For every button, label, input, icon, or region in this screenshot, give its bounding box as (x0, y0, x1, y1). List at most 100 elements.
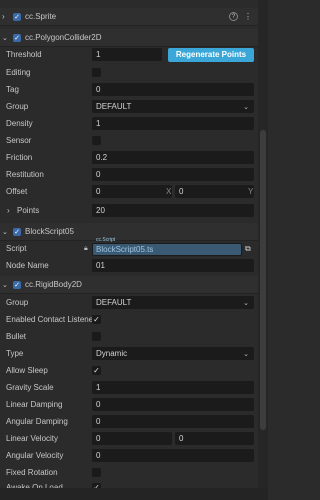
offset-y-axis-label: Y (248, 187, 254, 196)
chevron-down-icon[interactable]: ⌄ (2, 228, 8, 236)
vertical-scrollbar[interactable] (258, 0, 268, 500)
sensor-label: Sensor (6, 136, 32, 145)
editing-row: Editing (0, 64, 258, 81)
fixed-rotation-checkbox[interactable] (92, 468, 101, 477)
node-name-input[interactable]: 01 (92, 259, 254, 272)
linear-damping-row: Linear Damping 0 (0, 396, 258, 413)
linear-velocity-y-input[interactable]: 0 (175, 432, 254, 445)
points-row: › Points 20 (0, 202, 258, 219)
script-label: Script (6, 244, 27, 253)
lock-icon: 🔒︎ (84, 244, 88, 252)
tag-row: Tag 0 (0, 81, 258, 98)
asset-link-icon[interactable]: ⧉ (245, 244, 251, 254)
blockscript-enable-checkbox[interactable]: ✓ (13, 227, 21, 236)
chevron-down-icon: ⌄ (243, 104, 249, 111)
type-select[interactable]: Dynamic ⌄ (92, 347, 254, 360)
group-select[interactable]: DEFAULT ⌄ (92, 100, 254, 113)
offset-label: Offset (6, 187, 28, 196)
friction-row: Friction 0.2 (0, 149, 258, 166)
threshold-label: Threshold (6, 50, 42, 59)
rb-group-select[interactable]: DEFAULT ⌄ (92, 296, 254, 309)
sprite-enable-checkbox[interactable]: ✓ (13, 12, 21, 21)
type-select-value: Dynamic (96, 349, 128, 358)
rb-group-select-value: DEFAULT (96, 298, 132, 307)
sprite-title: cc.Sprite (25, 12, 57, 21)
regenerate-points-button[interactable]: Regenerate Points (168, 47, 254, 62)
status-bar (0, 488, 268, 500)
chevron-down-icon[interactable]: ⌄ (2, 34, 8, 42)
polygon-title: cc.PolygonCollider2D (25, 33, 102, 42)
linear-damping-input[interactable]: 0 (92, 398, 254, 411)
angular-damping-label: Angular Damping (6, 417, 68, 426)
offset-x-axis-label: X (166, 187, 172, 196)
fixed-rotation-label: Fixed Rotation (6, 468, 58, 477)
allow-sleep-row: Allow Sleep ✓ (0, 362, 258, 379)
density-input[interactable]: 1 (92, 117, 254, 130)
angular-velocity-input[interactable]: 0 (92, 449, 254, 462)
blockscript-header[interactable]: ⌄ ✓ BlockScript05 (0, 223, 258, 241)
rigidbody-enable-checkbox[interactable]: ✓ (13, 280, 21, 289)
type-row: Type Dynamic ⌄ (0, 345, 258, 362)
restitution-input[interactable]: 0 (92, 168, 254, 181)
sensor-row: Sensor (0, 132, 258, 149)
angular-damping-row: Angular Damping 0 (0, 413, 258, 430)
density-row: Density 1 (0, 115, 258, 132)
group-label: Group (6, 102, 29, 111)
linear-damping-label: Linear Damping (6, 400, 63, 409)
contact-listener-checkbox[interactable]: ✓ (92, 315, 101, 324)
chevron-down-icon[interactable]: ⌄ (2, 281, 8, 289)
bullet-checkbox[interactable] (92, 332, 101, 341)
scrollbar-thumb[interactable] (260, 130, 266, 430)
editing-label: Editing (6, 68, 31, 77)
blockscript-title: BlockScript05 (25, 227, 74, 236)
restitution-label: Restitution (6, 170, 44, 179)
density-label: Density (6, 119, 33, 128)
rigidbody-title: cc.RigidBody2D (25, 280, 82, 289)
editing-checkbox[interactable] (92, 68, 101, 77)
allow-sleep-checkbox[interactable]: ✓ (92, 366, 101, 375)
linear-velocity-row: Linear Velocity 0 0 (0, 430, 258, 447)
offset-y-input[interactable]: 0 (175, 185, 254, 198)
threshold-input[interactable]: 1 (92, 48, 162, 61)
angular-damping-input[interactable]: 0 (92, 415, 254, 428)
help-icon[interactable]: ? (229, 12, 238, 21)
restitution-row: Restitution 0 (0, 166, 258, 183)
friction-input[interactable]: 0.2 (92, 151, 254, 164)
script-asset-field[interactable]: BlockScript05.ts (92, 243, 242, 256)
allow-sleep-label: Allow Sleep (6, 366, 48, 375)
offset-x-input[interactable]: 0 (92, 185, 172, 198)
sprite-header[interactable]: › ✓ cc.Sprite ? ⋮ (0, 8, 258, 26)
chevron-down-icon: ⌄ (243, 300, 249, 307)
type-label: Type (6, 349, 24, 358)
points-input[interactable]: 20 (92, 204, 254, 217)
angular-velocity-label: Angular Velocity (6, 451, 64, 460)
bullet-label: Bullet (6, 332, 27, 341)
more-icon[interactable]: ⋮ (244, 12, 252, 21)
contact-listener-row: Enabled Contact Listener ✓ (0, 311, 258, 328)
group-select-value: DEFAULT (96, 102, 132, 111)
chevron-right-icon[interactable]: › (2, 12, 5, 21)
script-row: Script 🔒︎ cc.Script BlockScript05.ts ⧉ (0, 237, 258, 257)
gravity-label: Gravity Scale (6, 383, 54, 392)
tag-label: Tag (6, 85, 19, 94)
rb-group-label: Group (6, 298, 29, 307)
linear-velocity-label: Linear Velocity (6, 434, 59, 443)
polygon-enable-checkbox[interactable]: ✓ (13, 33, 21, 42)
gravity-row: Gravity Scale 1 (0, 379, 258, 396)
contact-listener-label: Enabled Contact Listener (6, 315, 96, 324)
polygon-header[interactable]: ⌄ ✓ cc.PolygonCollider2D (0, 29, 258, 47)
linear-velocity-x-input[interactable]: 0 (92, 432, 172, 445)
node-name-label: Node Name (6, 261, 49, 270)
friction-label: Friction (6, 153, 33, 162)
gravity-input[interactable]: 1 (92, 381, 254, 394)
points-label: Points (17, 206, 40, 215)
chevron-right-icon[interactable]: › (7, 206, 10, 215)
node-name-row: Node Name 01 (0, 257, 258, 274)
rigidbody-header[interactable]: ⌄ ✓ cc.RigidBody2D (0, 276, 258, 294)
sensor-checkbox[interactable] (92, 136, 101, 145)
rb-group-row: Group DEFAULT ⌄ (0, 294, 258, 311)
angular-velocity-row: Angular Velocity 0 (0, 447, 258, 464)
chevron-down-icon: ⌄ (243, 351, 249, 358)
tag-input[interactable]: 0 (92, 83, 254, 96)
offset-row: Offset 0 X 0 Y (0, 183, 258, 200)
